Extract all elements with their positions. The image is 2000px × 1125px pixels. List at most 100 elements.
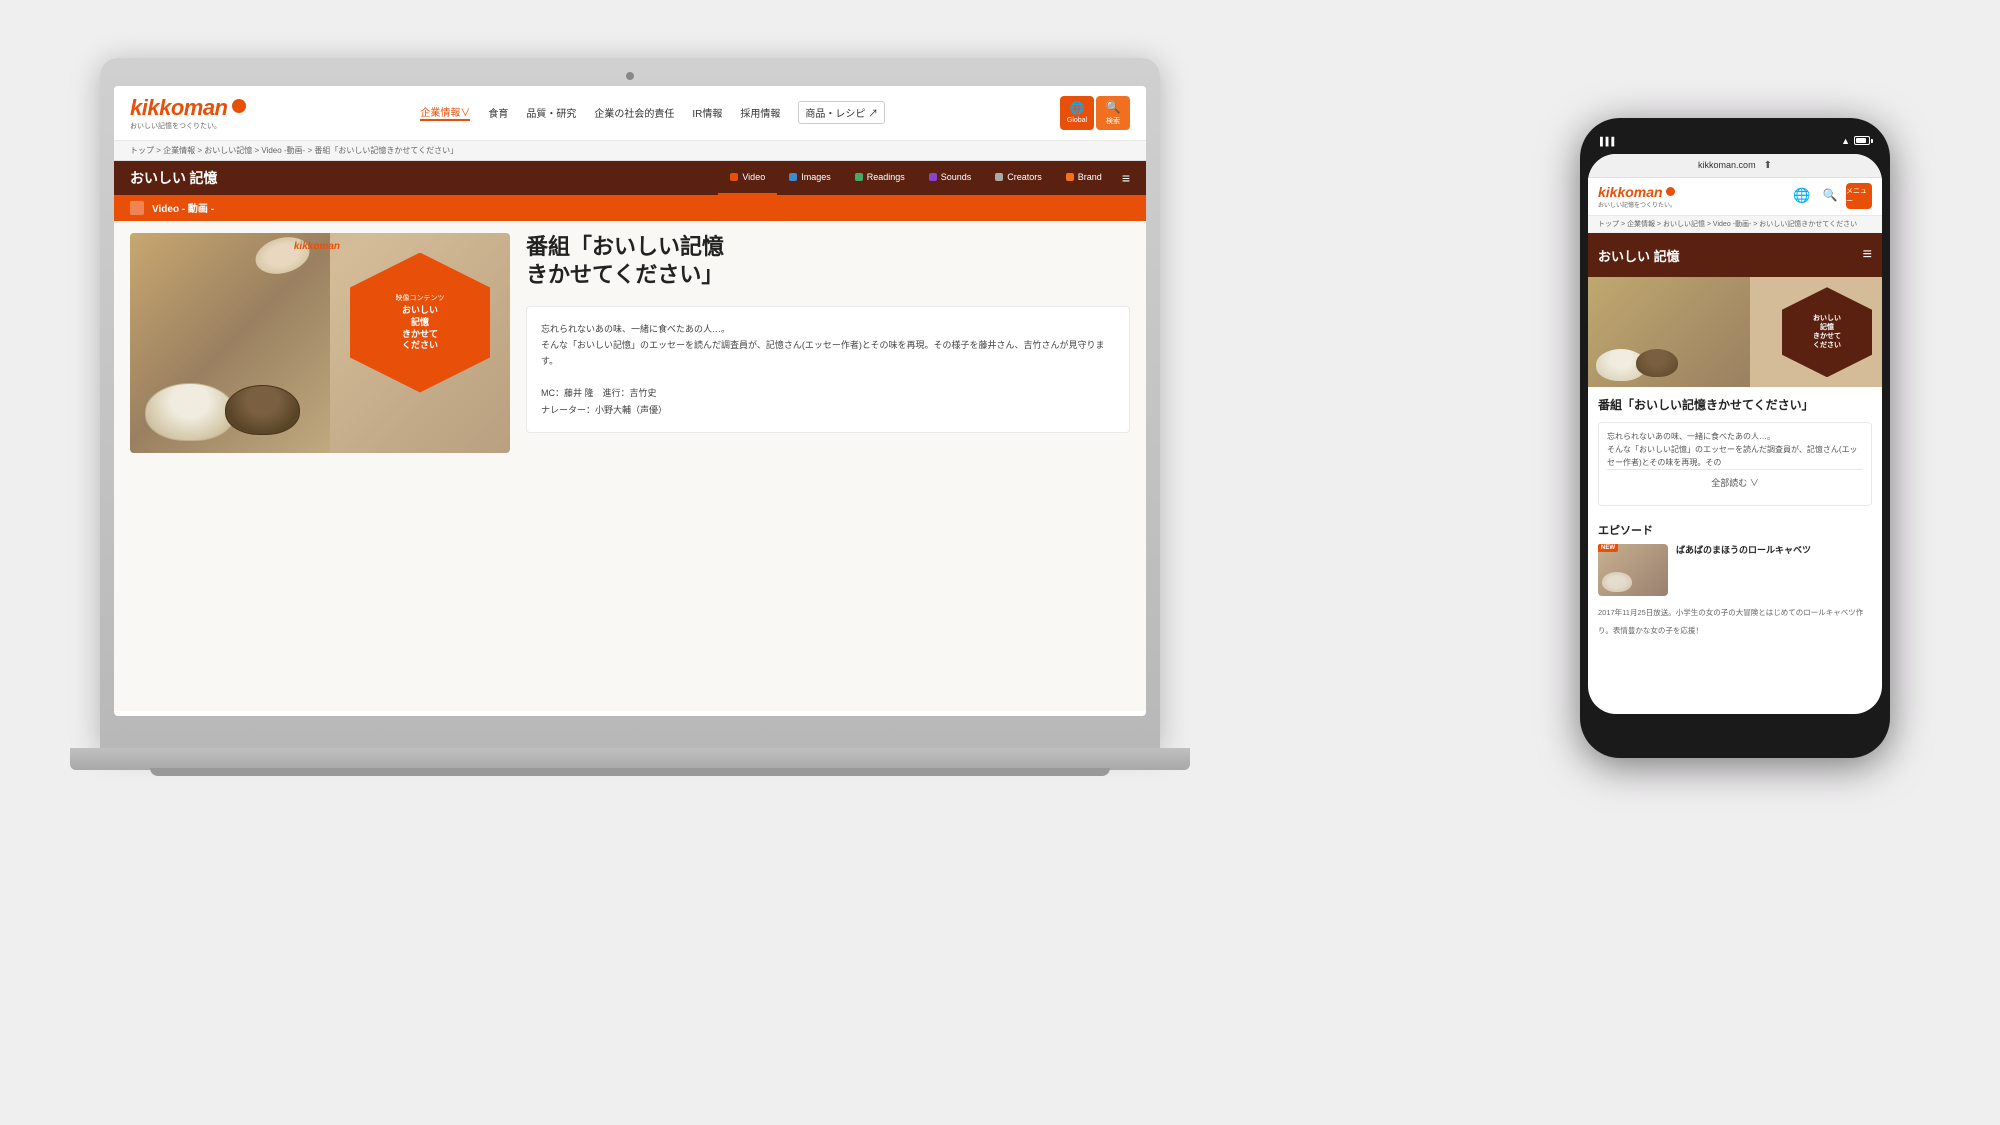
page-title: 番組「おいしい記憶きかせてください」 <box>526 233 1130 290</box>
nav-corporate[interactable]: 企業情報∨ <box>420 104 470 121</box>
breadcrumb: トップ > 企業情報 > おいしい記憶 > Video -動画- > 番組「おい… <box>114 141 1146 161</box>
battery-icon <box>1854 136 1870 145</box>
nav-csr[interactable]: 企業の社会的責任 <box>594 105 674 120</box>
phone-episode-card[interactable]: NEW ばあばのまほうのロールキャベツ <box>1598 544 1872 596</box>
right-content: 番組「おいしい記憶きかせてください」 忘れられないあの味、一緒に食べたあの人…。… <box>526 233 1130 699</box>
sub-nav-readings[interactable]: Readings <box>843 161 917 195</box>
sub-nav: おいしい 記憶 Video Images Readings <box>114 161 1146 195</box>
phone-hamburger-icon[interactable]: ≡ <box>1863 246 1872 264</box>
nav-products[interactable]: 商品・レシピ ↗ <box>798 101 885 124</box>
phone-breadcrumb: トップ > 企業情報 > おいしい記憶 > Video -動画- > おいしい記… <box>1588 216 1882 234</box>
phone-episode-title-text: ばあばのまほうのロールキャベツ <box>1676 544 1872 557</box>
images-dot <box>789 173 797 181</box>
site-logo: kikkoman おいしい記憶をつくりたい。 <box>130 95 246 131</box>
breadcrumb-text: トップ > 企業情報 > おいしい記憶 > Video -動画- > 番組「おい… <box>130 146 458 155</box>
phone-logo-icon <box>1666 187 1675 196</box>
phone-menu-button[interactable]: メニュー <box>1846 183 1872 209</box>
wifi-icon: ▲ <box>1841 136 1850 146</box>
sub-nav-items: Video Images Readings Sounds <box>718 161 1113 195</box>
nav-food-education[interactable]: 食育 <box>488 105 508 120</box>
phone-frame: ▌▌▌ ▲ kikkoman.com ⬆ <box>1580 118 1890 758</box>
plate <box>251 233 313 280</box>
phone-status-icons: ▲ <box>1841 136 1870 146</box>
phone-sub-logo: おいしい 記憶 <box>1598 246 1680 265</box>
phone-logo-area: kikkoman おいしい記憶をつくりたい。 <box>1598 184 1676 209</box>
phone-header-icons: 🌐 🔍 メニュー <box>1790 183 1872 209</box>
logo-text: kikkoman <box>130 95 228 121</box>
sub-nav-sounds[interactable]: Sounds <box>917 161 984 195</box>
thumb-bowl <box>1602 572 1632 592</box>
readings-dot <box>855 173 863 181</box>
section-bar-icon <box>130 201 144 215</box>
scene: ▶ 工場見学 ▶ ニュースリリース ▶ 食文化研究 kikkoman おいしい記… <box>50 38 1950 1088</box>
hero-image: kikkoman 映像コンテンツ おいしい記憶きかせてください <box>130 233 510 453</box>
laptop-frame: ▶ 工場見学 ▶ ニュースリリース ▶ 食文化研究 kikkoman おいしい記… <box>100 58 1160 748</box>
sub-nav-brand[interactable]: Brand <box>1054 161 1114 195</box>
sub-nav-video-label: Video <box>742 172 765 182</box>
sub-nav-brand-label: Brand <box>1078 172 1102 182</box>
phone-screen: kikkoman.com ⬆ kikkoman おいしい記憶をつくりたい。 🌐 <box>1588 154 1882 714</box>
phone-hero-overlay-text: おいしい記憶きかせてください <box>1813 314 1841 350</box>
sub-nav-readings-label: Readings <box>867 172 905 182</box>
phone-site-header: kikkoman おいしい記憶をつくりたい。 🌐 🔍 メニュー <box>1588 178 1882 216</box>
section-bar-text: Video - 動画 - <box>152 200 214 215</box>
phone-url-text[interactable]: kikkoman.com <box>1698 160 1756 170</box>
laptop-base <box>70 748 1190 770</box>
read-more-button[interactable]: 全部読む ∨ <box>1607 469 1863 496</box>
phone-main-content: 番組「おいしい記憶きかせてください」 忘れられないあの味、一緒に食べたあの人…。… <box>1588 387 1882 648</box>
content-description: 忘れられないあの味、一緒に食べたあの人…。 そんな「おいしい記憶」のエッセーを読… <box>526 306 1130 433</box>
phone-episode-desc-text: 2017年11月25日放送。小学生の女の子の大冒険とはじめてのロールキャベツ作り… <box>1598 608 1863 635</box>
header-buttons: 🌐 Global 🔍 検索 <box>1060 96 1130 130</box>
laptop-screen: ▶ 工場見学 ▶ ニュースリリース ▶ 食文化研究 kikkoman おいしい記… <box>114 86 1146 716</box>
hamburger-icon[interactable]: ≡ <box>1122 170 1130 186</box>
phone-hero-food <box>1588 277 1750 387</box>
hero-kikkoman-logo: kikkoman <box>294 241 340 252</box>
phone-episode-thumbnail: NEW <box>1598 544 1668 596</box>
soup-bowl <box>225 385 300 435</box>
share-icon[interactable]: ⬆ <box>1764 160 1772 171</box>
phone-url-bar: kikkoman.com ⬆ <box>1588 154 1882 178</box>
phone-device: ▌▌▌ ▲ kikkoman.com ⬆ <box>1580 118 1890 758</box>
video-dot <box>730 173 738 181</box>
search-button[interactable]: 🔍 検索 <box>1096 96 1130 130</box>
section-bar: Video - 動画 - <box>114 195 1146 221</box>
phone-page-title: 番組「おいしい記憶きかせてください」 <box>1598 397 1872 414</box>
sub-nav-creators[interactable]: Creators <box>983 161 1054 195</box>
logo-tagline: おいしい記憶をつくりたい。 <box>130 121 221 131</box>
phone-sub-nav: おいしい 記憶 ≡ <box>1588 233 1882 277</box>
sub-nav-images[interactable]: Images <box>777 161 843 195</box>
hero-overlay-title: 映像コンテンツ <box>396 293 445 303</box>
phone-hero: おいしい記憶きかせてください <box>1588 277 1882 387</box>
nav-ir[interactable]: IR情報 <box>692 105 722 120</box>
site-nav: 企業情報∨ 食育 品質・研究 企業の社会的責任 IR情報 採用情報 商品・レシピ… <box>420 101 885 124</box>
laptop-camera <box>626 72 634 80</box>
hero-overlay: 映像コンテンツ おいしい記憶きかせてください <box>350 253 490 393</box>
rice-bowl <box>145 383 235 441</box>
phone-description-box: 忘れられないあの味、一緒に食べたあの人…。 そんな「おいしい記憶」のエッセーを読… <box>1598 422 1872 506</box>
creators-dot <box>995 173 1003 181</box>
phone-episode-section-title: エピソード <box>1598 514 1872 544</box>
phone-search-button[interactable]: 🔍 <box>1818 183 1842 207</box>
sub-nav-sounds-label: Sounds <box>941 172 972 182</box>
phone-status-bar: ▌▌▌ ▲ <box>1588 132 1882 150</box>
brand-dot <box>1066 173 1074 181</box>
site-header: kikkoman おいしい記憶をつくりたい。 企業情報∨ 食育 品質・研究 企業… <box>114 86 1146 141</box>
new-badge: NEW <box>1598 544 1618 552</box>
phone-episode-info: ばあばのまほうのロールキャベツ <box>1676 544 1872 557</box>
phone-logo-tagline: おいしい記憶をつくりたい。 <box>1598 200 1676 209</box>
sub-nav-logo: おいしい 記憶 <box>130 168 218 188</box>
global-button[interactable]: 🌐 Global <box>1060 96 1094 130</box>
nav-recruit[interactable]: 採用情報 <box>740 105 780 120</box>
main-content: kikkoman 映像コンテンツ おいしい記憶きかせてください 番組「おいしい記… <box>114 221 1146 711</box>
hero-overlay-text: おいしい記憶きかせてください <box>402 305 438 352</box>
phone-logo-text: kikkoman <box>1598 184 1663 200</box>
nav-quality[interactable]: 品質・研究 <box>526 105 576 120</box>
phone-hero-overlay: おいしい記憶きかせてください <box>1782 287 1872 377</box>
sub-nav-video[interactable]: Video <box>718 161 777 195</box>
food-background <box>130 233 330 453</box>
phone-description-text: 忘れられないあの味、一緒に食べたあの人…。 そんな「おいしい記憶」のエッセーを読… <box>1607 432 1858 467</box>
sounds-dot <box>929 173 937 181</box>
phone-globe-button[interactable]: 🌐 <box>1790 183 1814 207</box>
sub-nav-creators-label: Creators <box>1007 172 1042 182</box>
description-text: 忘れられないあの味、一緒に食べたあの人…。 そんな「おいしい記憶」のエッセーを読… <box>541 324 1105 415</box>
